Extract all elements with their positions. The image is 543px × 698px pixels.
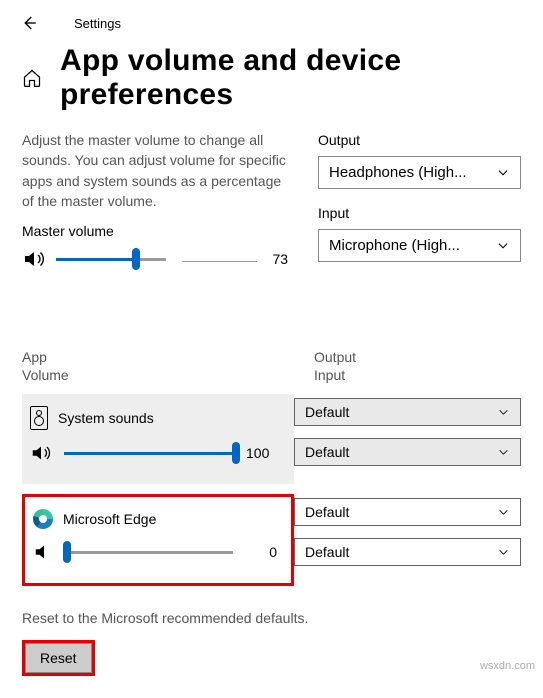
page-title: App volume and device preferences — [60, 44, 521, 112]
home-button[interactable] — [22, 68, 42, 88]
column-header-output-input: OutputInput — [314, 348, 356, 384]
input-select-value: Microphone (High... — [329, 237, 460, 254]
speaker-icon[interactable] — [22, 247, 46, 271]
app-output-value: Default — [305, 504, 349, 520]
output-label: Output — [318, 132, 521, 148]
arrow-left-icon — [20, 14, 38, 32]
speaker-muted-icon[interactable] — [33, 541, 57, 563]
app-volume-value: 0 — [243, 544, 277, 560]
app-volume-slider[interactable] — [64, 443, 236, 463]
app-input-value: Default — [305, 444, 349, 460]
chevron-down-icon — [496, 166, 510, 180]
chevron-down-icon — [497, 506, 510, 519]
back-button[interactable] — [20, 14, 38, 32]
app-volume-slider[interactable] — [67, 542, 233, 562]
master-volume-label: Master volume — [22, 223, 292, 239]
reset-description: Reset to the Microsoft recommended defau… — [22, 610, 521, 626]
home-icon — [22, 68, 42, 88]
chevron-down-icon — [497, 546, 510, 559]
master-volume-value: 73 — [273, 251, 292, 267]
app-input-select[interactable]: Default — [294, 538, 521, 566]
input-label: Input — [318, 205, 521, 221]
app-name: System sounds — [58, 410, 154, 426]
watermark-text: wsxdn.com — [480, 660, 535, 672]
system-sounds-icon — [30, 406, 48, 430]
app-output-select[interactable]: Default — [294, 498, 521, 526]
app-input-value: Default — [305, 544, 349, 560]
app-output-select[interactable]: Default — [294, 398, 521, 426]
app-volume-value: 100 — [246, 445, 280, 461]
output-select[interactable]: Headphones (High... — [318, 156, 521, 189]
chevron-down-icon — [497, 406, 510, 419]
column-header-app-volume: AppVolume — [22, 348, 314, 384]
input-select[interactable]: Microphone (High... — [318, 229, 521, 262]
description-text: Adjust the master volume to change all s… — [22, 130, 292, 211]
edge-icon — [33, 509, 53, 529]
settings-label: Settings — [74, 16, 121, 31]
app-name: Microsoft Edge — [63, 511, 156, 527]
chevron-down-icon — [497, 446, 510, 459]
app-output-value: Default — [305, 404, 349, 420]
master-volume-slider[interactable] — [56, 249, 166, 269]
chevron-down-icon — [496, 239, 510, 253]
app-row-system-sounds: System sounds 100 — [22, 394, 294, 484]
app-row-microsoft-edge: Microsoft Edge 0 — [22, 494, 294, 586]
output-select-value: Headphones (High... — [329, 164, 467, 181]
app-input-select[interactable]: Default — [294, 438, 521, 466]
reset-button[interactable]: Reset — [25, 643, 92, 673]
speaker-icon[interactable] — [30, 442, 54, 464]
